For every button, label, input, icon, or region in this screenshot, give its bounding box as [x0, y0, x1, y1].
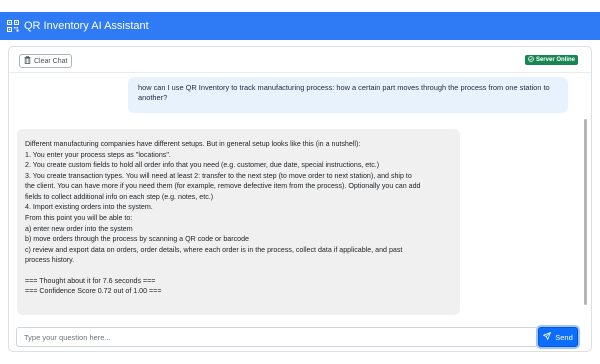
- user-message: how can I use QR Inventory to track manu…: [128, 77, 568, 113]
- input-row: Send: [8, 326, 592, 348]
- trash-icon: [24, 56, 31, 66]
- assistant-line: c) review and export data on orders, ord…: [25, 245, 403, 254]
- assistant-line: b) move orders through the process by sc…: [25, 235, 249, 244]
- clear-chat-label: Clear Chat: [34, 57, 68, 65]
- assistant-line: 4. Import existing orders into the syste…: [25, 203, 153, 212]
- assistant-message: Different manufacturing companies have d…: [17, 129, 460, 315]
- assistant-line: fields to collect additional info on eac…: [25, 192, 214, 201]
- send-button[interactable]: Send: [538, 327, 578, 347]
- assistant-line: the client. You can have more if you nee…: [25, 182, 421, 191]
- check-circle-icon: [528, 56, 534, 64]
- server-status-label: Server Online: [535, 57, 575, 63]
- send-label: Send: [555, 332, 573, 342]
- user-message-line: another?: [138, 93, 168, 103]
- user-message-line: how can I use QR Inventory to track manu…: [138, 83, 550, 92]
- app-title: QR Inventory AI Assistant: [24, 20, 149, 32]
- assistant-line: 2. You create custom fields to hold all …: [25, 161, 380, 170]
- assistant-line: a) enter new order into the system: [25, 224, 133, 233]
- assistant-line: Different manufacturing companies have d…: [25, 140, 361, 148]
- question-input[interactable]: [16, 327, 538, 347]
- server-status-badge: Server Online: [524, 55, 578, 65]
- confidence-score: === Confidence Score 0.72 out of 1.00 ==…: [25, 287, 162, 296]
- assistant-line: process history.: [25, 256, 75, 265]
- assistant-line: From this point you will be able to:: [25, 213, 133, 222]
- app-header: QR Inventory AI Assistant: [0, 12, 600, 40]
- qr-code-icon: [6, 19, 20, 33]
- chat-card: Clear Chat Server Online how can I use Q…: [8, 46, 592, 352]
- clear-chat-button[interactable]: Clear Chat: [19, 54, 73, 68]
- chat-messages[interactable]: how can I use QR Inventory to track manu…: [10, 73, 590, 343]
- assistant-line: 1. You enter your process steps as "loca…: [25, 150, 171, 159]
- thought-time: === Thought about it for 7.6 seconds ===: [25, 276, 156, 285]
- assistant-line: 3. You create transaction types. You wil…: [25, 171, 412, 180]
- send-icon: [543, 332, 552, 342]
- chat-scrollbar[interactable]: [584, 119, 587, 305]
